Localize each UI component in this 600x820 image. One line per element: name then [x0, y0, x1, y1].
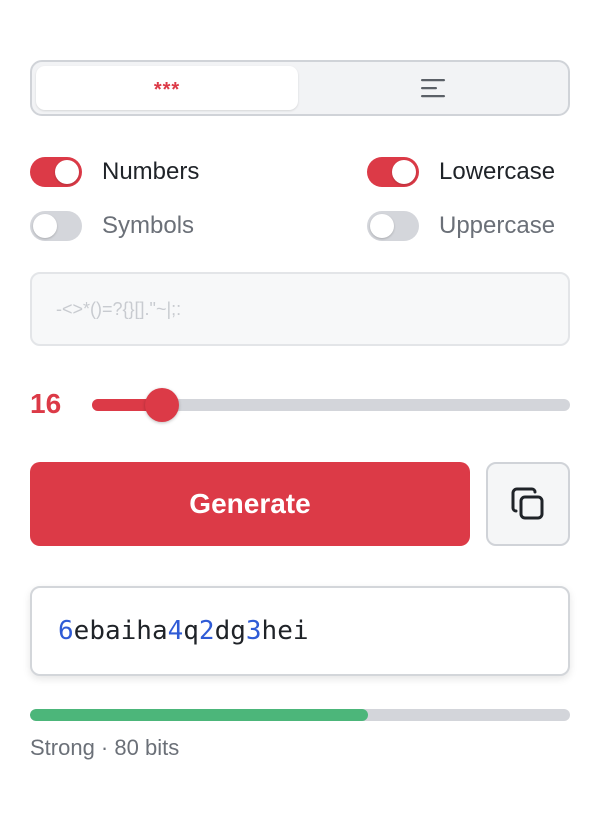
password-char: h: [261, 616, 278, 646]
password-char: q: [183, 616, 199, 646]
password-char: h: [136, 616, 152, 646]
password-char: e: [73, 616, 90, 646]
copy-button[interactable]: [486, 462, 570, 546]
password-char: d: [214, 616, 231, 646]
password-char: a: [151, 616, 168, 646]
option-label: Lowercase: [439, 158, 556, 185]
password-char: e: [277, 616, 293, 646]
password-digit: 6: [58, 616, 74, 646]
option-symbols[interactable]: Symbols: [30, 209, 194, 243]
password-char: i: [292, 616, 309, 646]
password-char: i: [120, 616, 137, 646]
toggle-knob: [392, 160, 416, 184]
password-char: a: [104, 616, 121, 646]
generated-password: 6ebaiha4q2dg3hei: [58, 616, 309, 646]
toggle-numbers[interactable]: [30, 157, 82, 187]
password-digit: 4: [167, 616, 184, 646]
tab-passphrase[interactable]: [302, 66, 564, 110]
custom-symbols-input[interactable]: [30, 272, 570, 346]
option-lowercase[interactable]: Lowercase: [367, 155, 555, 189]
strength-meter-fill: [30, 709, 368, 721]
generate-button[interactable]: Generate: [30, 462, 470, 546]
strength-meter: [30, 709, 570, 721]
toggle-uppercase[interactable]: [367, 211, 419, 241]
lines-icon: [421, 79, 445, 98]
tab-password[interactable]: ***: [36, 66, 298, 110]
password-digit: 3: [245, 616, 262, 646]
toggle-knob: [55, 160, 79, 184]
option-label: Numbers: [102, 158, 200, 185]
password-output[interactable]: 6ebaiha4q2dg3hei: [30, 586, 570, 676]
password-char: b: [89, 616, 105, 646]
toggle-knob: [33, 214, 57, 238]
toggle-symbols[interactable]: [30, 211, 82, 241]
copy-icon: [511, 487, 544, 520]
toggle-knob: [370, 214, 394, 238]
option-label: Symbols: [102, 212, 195, 239]
mode-tabs: ***: [30, 60, 570, 116]
asterisks-icon: ***: [153, 78, 181, 101]
length-value: 16: [30, 388, 62, 419]
strength-label: Strong · 80 bits: [30, 735, 180, 760]
option-numbers[interactable]: Numbers: [30, 155, 199, 189]
length-slider-thumb[interactable]: [144, 388, 179, 422]
option-uppercase[interactable]: Uppercase: [367, 209, 555, 243]
toggle-lowercase[interactable]: [367, 157, 419, 187]
password-digit: 2: [198, 616, 215, 646]
password-char: g: [230, 616, 246, 646]
option-label: Uppercase: [439, 212, 556, 239]
